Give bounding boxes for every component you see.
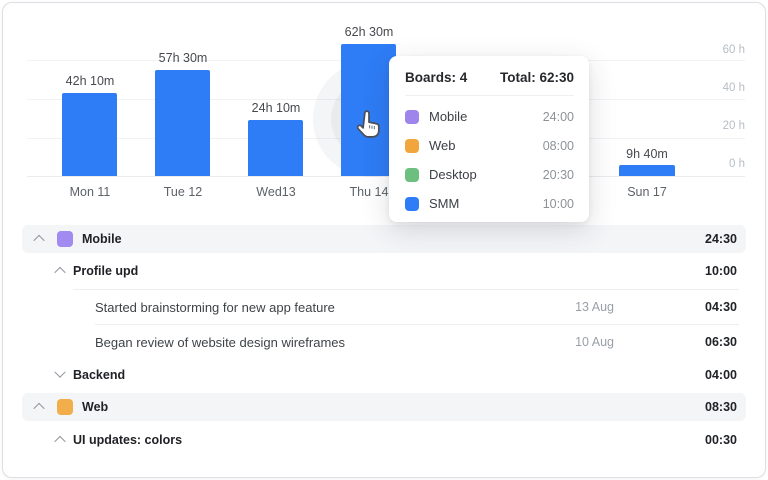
group-total-time: 10:00	[705, 264, 737, 278]
smm-color-swatch	[405, 196, 419, 211]
tooltip-total: Total: 62:30	[499, 70, 574, 85]
group-row-backend[interactable]: Backend 04:00	[54, 359, 737, 391]
tooltip-row-smm: SMM 10:00	[405, 189, 574, 218]
tooltip-board-time: 08:00	[542, 138, 574, 153]
collapse-chevron-icon[interactable]	[33, 234, 45, 247]
group-row-ui-updates[interactable]: UI updates: colors 00:30	[54, 421, 737, 459]
tooltip-board-time: 10:00	[542, 196, 574, 211]
bar-value-label: 24h 10m	[251, 101, 301, 115]
task-date: 10 Aug	[575, 335, 614, 349]
board-total-time: 08:30	[705, 400, 737, 414]
time-report-card: 60 h 40 h 20 h 0 h 42h 10m Mon 11 57h 30…	[2, 2, 766, 478]
tooltip-header: Boards: 4 Total: 62:30	[405, 70, 574, 85]
task-label: Started brainstorming for new app featur…	[95, 299, 335, 315]
mobile-color-swatch	[405, 109, 419, 124]
task-label: Began review of website design wireframe…	[95, 334, 346, 350]
bar-mon-11[interactable]	[62, 93, 117, 176]
y-tick-60h: 60 h	[722, 44, 745, 56]
group-label: Profile upd	[73, 264, 139, 278]
tooltip-row-web: Web 08:00	[405, 131, 574, 160]
bar-value-label: 9h 40m	[626, 147, 668, 161]
mobile-board-swatch	[57, 231, 73, 247]
tooltip-board-name: Mobile	[429, 109, 468, 124]
task-time: 04:30	[705, 300, 737, 314]
tooltip-board-time: 24:00	[542, 109, 574, 124]
group-label: UI updates: colors	[73, 433, 183, 447]
bar-wed-13[interactable]	[248, 120, 303, 176]
task-time: 06:30	[705, 335, 737, 349]
board-label: Mobile	[82, 232, 122, 246]
hand-cursor-icon	[356, 110, 380, 138]
bar-value-label: 62h 30m	[344, 25, 394, 39]
collapse-chevron-icon[interactable]	[54, 266, 66, 279]
task-row[interactable]: Began review of website design wireframe…	[95, 325, 737, 359]
bar-tue-12[interactable]	[155, 70, 210, 176]
board-label: Web	[82, 400, 109, 414]
tooltip-board-name: Web	[429, 138, 456, 153]
y-tick-20h: 20 h	[722, 120, 745, 132]
tooltip-board-name: SMM	[429, 196, 460, 211]
desktop-color-swatch	[405, 167, 419, 182]
group-total-time: 04:00	[705, 368, 737, 382]
tooltip-row-mobile: Mobile 24:00	[405, 102, 574, 131]
board-row-web[interactable]: Web 08:30	[22, 393, 746, 421]
tooltip-board-time: 20:30	[542, 167, 574, 182]
hover-tooltip: Boards: 4 Total: 62:30 Mobile 24:00 Web …	[389, 56, 589, 222]
group-row-profile-upd[interactable]: Profile upd 10:00	[54, 253, 737, 289]
x-tick-sun-17: Sun 17	[627, 185, 667, 199]
group-total-time: 00:30	[705, 433, 737, 447]
tooltip-boards-count: Boards: 4	[405, 70, 468, 85]
expand-chevron-icon[interactable]	[54, 366, 66, 378]
y-tick-40h: 40 h	[722, 82, 745, 94]
web-color-swatch	[405, 138, 419, 153]
collapse-chevron-icon[interactable]	[33, 402, 45, 415]
bar-value-label: 57h 30m	[158, 51, 208, 65]
task-date: 13 Aug	[575, 300, 614, 314]
bar-sun-17[interactable]	[619, 165, 675, 176]
tooltip-row-desktop: Desktop 20:30	[405, 160, 574, 189]
task-row[interactable]: Started brainstorming for new app featur…	[95, 290, 737, 324]
tooltip-board-name: Desktop	[429, 167, 477, 182]
web-board-swatch	[57, 399, 73, 415]
group-label: Backend	[73, 368, 126, 382]
bar-chart: 60 h 40 h 20 h 0 h 42h 10m Mon 11 57h 30…	[3, 3, 765, 222]
tooltip-rows: Mobile 24:00 Web 08:00 Desktop 20:30 SMM…	[389, 96, 589, 218]
time-entries-table: Mobile 24:30 Profile upd 10:00 Started b…	[3, 221, 765, 459]
bar-value-label: 42h 10m	[65, 74, 115, 88]
axis-baseline	[27, 176, 745, 177]
collapse-chevron-icon[interactable]	[54, 435, 66, 448]
board-row-mobile[interactable]: Mobile 24:30	[22, 225, 746, 253]
board-total-time: 24:30	[705, 232, 737, 246]
